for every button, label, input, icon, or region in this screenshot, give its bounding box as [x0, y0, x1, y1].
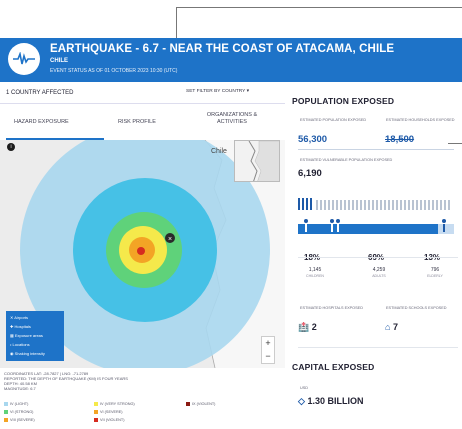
filter-label: SET FILTER BY COUNTRY: [186, 89, 246, 94]
panel-tabs: HAZARD EXPOSURE RISK PROFILE ORGANIZATIO…: [0, 108, 285, 140]
country-affected-label: 1 COUNTRY AFFECTED: [6, 90, 74, 96]
vulnerable-label: ESTIMATED VULNERABLE POPULATION EXPOSED: [300, 158, 393, 162]
money-icon: ◇: [298, 396, 305, 406]
annotation-line: [176, 7, 462, 8]
vulnerable-value: 6,190: [298, 168, 322, 179]
capital-exposed-title: CAPITAL EXPOSED: [292, 362, 375, 372]
children-count: 1,145: [308, 267, 322, 273]
hospital-icon: 🏥: [298, 322, 310, 332]
hospitals-label: ESTIMATED HOSPITALS EXPOSED: [300, 306, 363, 310]
adults-count: 4,259: [372, 267, 386, 273]
event-status: EVENT STATUS AS OF 01 OCTOBER 2023 10:30…: [50, 68, 178, 74]
country-filter-dropdown[interactable]: SET FILTER BY COUNTRY ▾: [186, 89, 249, 94]
mmi-v: IV (VERY STRONG): [94, 402, 135, 406]
tab-organizations[interactable]: ORGANIZATIONS & ACTIVITIES: [196, 112, 268, 126]
capital-value-row: ◇ 1.30 BILLION: [298, 396, 363, 407]
seismograph-icon: [8, 43, 40, 75]
legend-exposure[interactable]: ▦ Exposure areas: [10, 331, 60, 340]
hospitals-stat: 🏥 2: [298, 322, 317, 333]
inset-country-label: Chile: [211, 148, 227, 155]
mmi-extreme: IX (VIOLENT): [186, 402, 215, 406]
legend-hospitals[interactable]: ✚ Hospitals: [10, 322, 60, 331]
zoom-out-button[interactable]: −: [262, 350, 274, 363]
mmi-vii: VI (SEVERE): [94, 410, 123, 414]
school-icon: ⌂: [385, 322, 391, 332]
mmi-ix: VII (VIOLENT): [94, 418, 124, 422]
close-icon: ×: [168, 236, 172, 243]
capital-value: 1.30 BILLION: [307, 396, 364, 406]
tab-risk-profile[interactable]: RISK PROFILE: [118, 119, 156, 125]
age-band: [298, 216, 454, 238]
inset-map: [234, 140, 280, 182]
zoom-control: + −: [261, 336, 275, 364]
legend-shaking[interactable]: ◉ Shaking intensity: [10, 349, 60, 358]
zoom-in-button[interactable]: +: [262, 337, 274, 350]
inset-map-graphic: [248, 141, 279, 181]
event-title: EARTHQUAKE - 6.7 - NEAR THE COAST OF ATA…: [50, 43, 395, 55]
children-label: CHILDREN: [306, 274, 324, 278]
chevron-down-icon: ▾: [246, 89, 250, 94]
info-icon[interactable]: i: [7, 143, 15, 151]
event-coordinates: COORDINATES LAT: -28.7827 | LNG: -71.278…: [4, 371, 128, 391]
schools-stat: ⌂ 7: [385, 322, 398, 332]
adults-label: ADULTS: [372, 274, 386, 278]
population-exposed-title: POPULATION EXPOSED: [292, 96, 395, 106]
country-row: 1 COUNTRY AFFECTED SET FILTER BY COUNTRY…: [0, 86, 285, 104]
mmi-vi: VI (STRONG): [4, 410, 33, 414]
est-population-label: ESTIMATED POPULATION EXPOSED: [300, 118, 367, 122]
map-legend: ✕ Airports ✚ Hospitals ▦ Exposure areas …: [6, 311, 64, 361]
schools-value: 7: [392, 322, 398, 332]
elderly-count: 796: [430, 267, 440, 273]
capital-currency: USD: [300, 386, 309, 390]
legend-locations[interactable]: • Locations: [10, 340, 60, 349]
exposure-panel: POPULATION EXPOSED ESTIMATED POPULATION …: [292, 90, 462, 429]
hospitals-value: 2: [311, 322, 317, 332]
legend-airports[interactable]: ✕ Airports: [10, 313, 60, 322]
est-population-value: 56,300: [298, 134, 328, 145]
mmi-iv: IV (LIGHT): [4, 402, 28, 406]
divider: [298, 257, 458, 258]
epicenter-core: [137, 247, 145, 255]
people-pictogram-icon: [298, 198, 450, 210]
elderly-label: ELDERLY: [427, 274, 443, 278]
tab-hazard-exposure[interactable]: HAZARD EXPOSURE: [14, 119, 69, 125]
schools-label: ESTIMATED SCHOOLS EXPOSED: [386, 306, 447, 310]
est-households-label: ESTIMATED HOUSEHOLDS EXPOSED: [386, 118, 455, 122]
divider: [298, 149, 454, 150]
mmi-viii: VIII (SEVERE): [4, 418, 35, 422]
event-country: CHILE: [50, 58, 68, 64]
est-households-value: 18,500: [385, 134, 415, 145]
divider: [298, 347, 458, 348]
event-header: EARTHQUAKE - 6.7 - NEAR THE COAST OF ATA…: [0, 38, 462, 82]
